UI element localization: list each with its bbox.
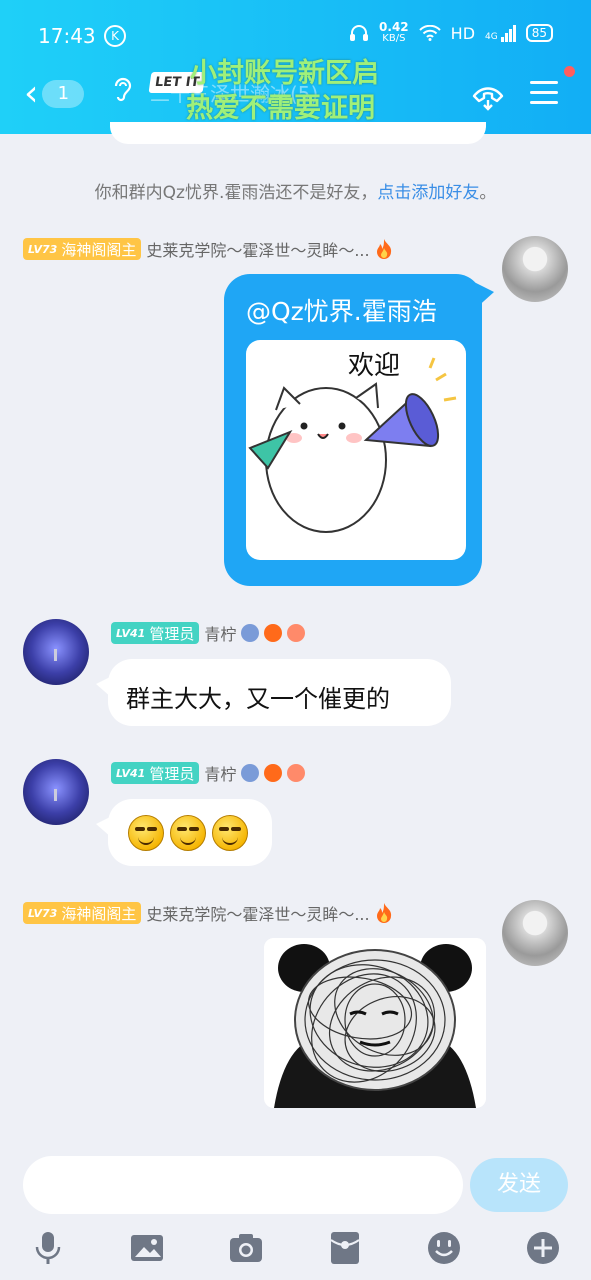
level-value: LV41 <box>116 626 146 640</box>
level-badge: LV41 管理员 <box>111 762 200 784</box>
red-packet-icon[interactable] <box>327 1230 363 1266</box>
menu-icon[interactable] <box>528 78 560 108</box>
signal-label: 4G <box>485 31 498 42</box>
message-input[interactable] <box>23 1156 463 1214</box>
message-bubble[interactable] <box>108 799 272 866</box>
fire-icon <box>264 624 283 642</box>
network-type: HD <box>450 23 476 43</box>
flower-icon <box>287 764 306 782</box>
net-speed: 0.42 KB/S <box>379 20 409 44</box>
message-meta: LV41 管理员 青柠 <box>111 761 306 785</box>
level-value: LV41 <box>116 766 146 780</box>
level-badge: LV73 海神阁阁主 <box>23 238 142 260</box>
notification-dot <box>564 66 575 77</box>
net-speed-value: 0.42 <box>379 20 409 34</box>
add-friend-link[interactable]: 点击添加好友 <box>377 183 479 203</box>
image-icon[interactable] <box>129 1230 165 1266</box>
wifi-icon <box>418 25 441 41</box>
member-title: 管理员 <box>149 764 195 783</box>
microphone-icon[interactable] <box>30 1230 66 1266</box>
level-badge: LV73 海神阁阁主 <box>23 902 142 924</box>
message-text: 群主大大，又一个催更的 <box>126 685 390 713</box>
chevron-left-icon: ‹ <box>24 73 39 114</box>
previous-message-card <box>110 122 486 144</box>
sender-name[interactable]: 史莱克学院～霍泽世～灵眸～... <box>146 237 369 261</box>
smirk-emoji-icon <box>128 815 164 851</box>
camera-icon[interactable] <box>228 1230 264 1266</box>
dragon-icon <box>241 764 260 782</box>
net-speed-unit: KB/S <box>382 33 406 44</box>
overlay-caption: 小封账号新区启 热爱不需要证明 <box>186 56 379 126</box>
member-title: 海神阁阁主 <box>61 240 137 259</box>
panda-meme-art <box>264 938 486 1108</box>
sticker-caption: 欢迎 <box>348 351 400 381</box>
unread-count-badge: 1 <box>42 80 85 108</box>
avatar[interactable] <box>23 759 89 825</box>
message-meta: LV73 海神阁阁主 史莱克学院～霍泽世～灵眸～... <box>23 901 393 925</box>
level-value: LV73 <box>28 242 58 256</box>
dragon-icon <box>241 624 260 642</box>
smirk-emoji-icon <box>212 815 248 851</box>
avatar[interactable] <box>502 236 568 302</box>
sender-name[interactable]: 青柠 <box>204 761 236 785</box>
fire-icon <box>376 903 391 923</box>
plus-icon[interactable] <box>525 1230 561 1266</box>
fire-icon <box>376 239 391 259</box>
hangup-call-icon[interactable] <box>468 76 508 116</box>
message-bubble[interactable]: 群主大大，又一个催更的 <box>108 659 451 726</box>
sender-name[interactable]: 史莱克学院～霍泽世～灵眸～... <box>146 901 369 925</box>
message-meta: LV41 管理员 青柠 <box>111 621 306 645</box>
flower-icon <box>287 624 306 642</box>
system-note: 你和群内Qz忧界.霍雨浩还不是好友，点击添加好友。 <box>0 178 591 203</box>
status-time: 17:43 <box>38 24 96 48</box>
k-icon: K <box>104 25 126 47</box>
avatar[interactable] <box>23 619 89 685</box>
battery-icon: 85 <box>525 24 553 42</box>
status-right: 0.42 KB/S HD 4G 85 <box>349 20 553 44</box>
system-note-text: 你和群内Qz忧界.霍雨浩还不是好友， <box>94 183 378 203</box>
panda-meme-image[interactable] <box>264 938 486 1108</box>
input-toolbar <box>0 1228 591 1280</box>
mention-text: @Qz忧界.霍雨浩 <box>246 297 437 326</box>
overlay-line-1: 小封账号新区启 <box>190 58 379 89</box>
sender-name[interactable]: 青柠 <box>204 621 236 645</box>
headphone-icon <box>350 25 369 41</box>
system-note-tail: 。 <box>479 183 497 203</box>
fire-icon <box>264 764 283 782</box>
ear-icon[interactable] <box>112 76 134 108</box>
welcome-sticker[interactable]: 欢迎 <box>246 340 466 560</box>
avatar[interactable] <box>502 900 568 966</box>
level-badge: LV41 管理员 <box>111 622 200 644</box>
send-button[interactable]: 发送 <box>470 1158 568 1212</box>
message-meta: LV73 海神阁阁主 史莱克学院～霍泽世～灵眸～... <box>23 237 393 261</box>
member-title: 海神阁阁主 <box>61 904 137 923</box>
signal-indicator: 4G <box>485 24 516 42</box>
emoji-row <box>128 815 254 851</box>
smirk-emoji-icon <box>170 815 206 851</box>
welcome-sticker-art: 欢迎 <box>248 351 457 533</box>
back-button[interactable]: ‹ 1 <box>24 73 85 114</box>
overlay-line-2: 热爱不需要证明 <box>186 93 375 124</box>
message-bubble-self[interactable]: @Qz忧界.霍雨浩 欢迎 <box>224 274 482 586</box>
member-title: 管理员 <box>149 624 195 643</box>
emoji-icon[interactable] <box>426 1230 462 1266</box>
level-value: LV73 <box>28 906 58 920</box>
